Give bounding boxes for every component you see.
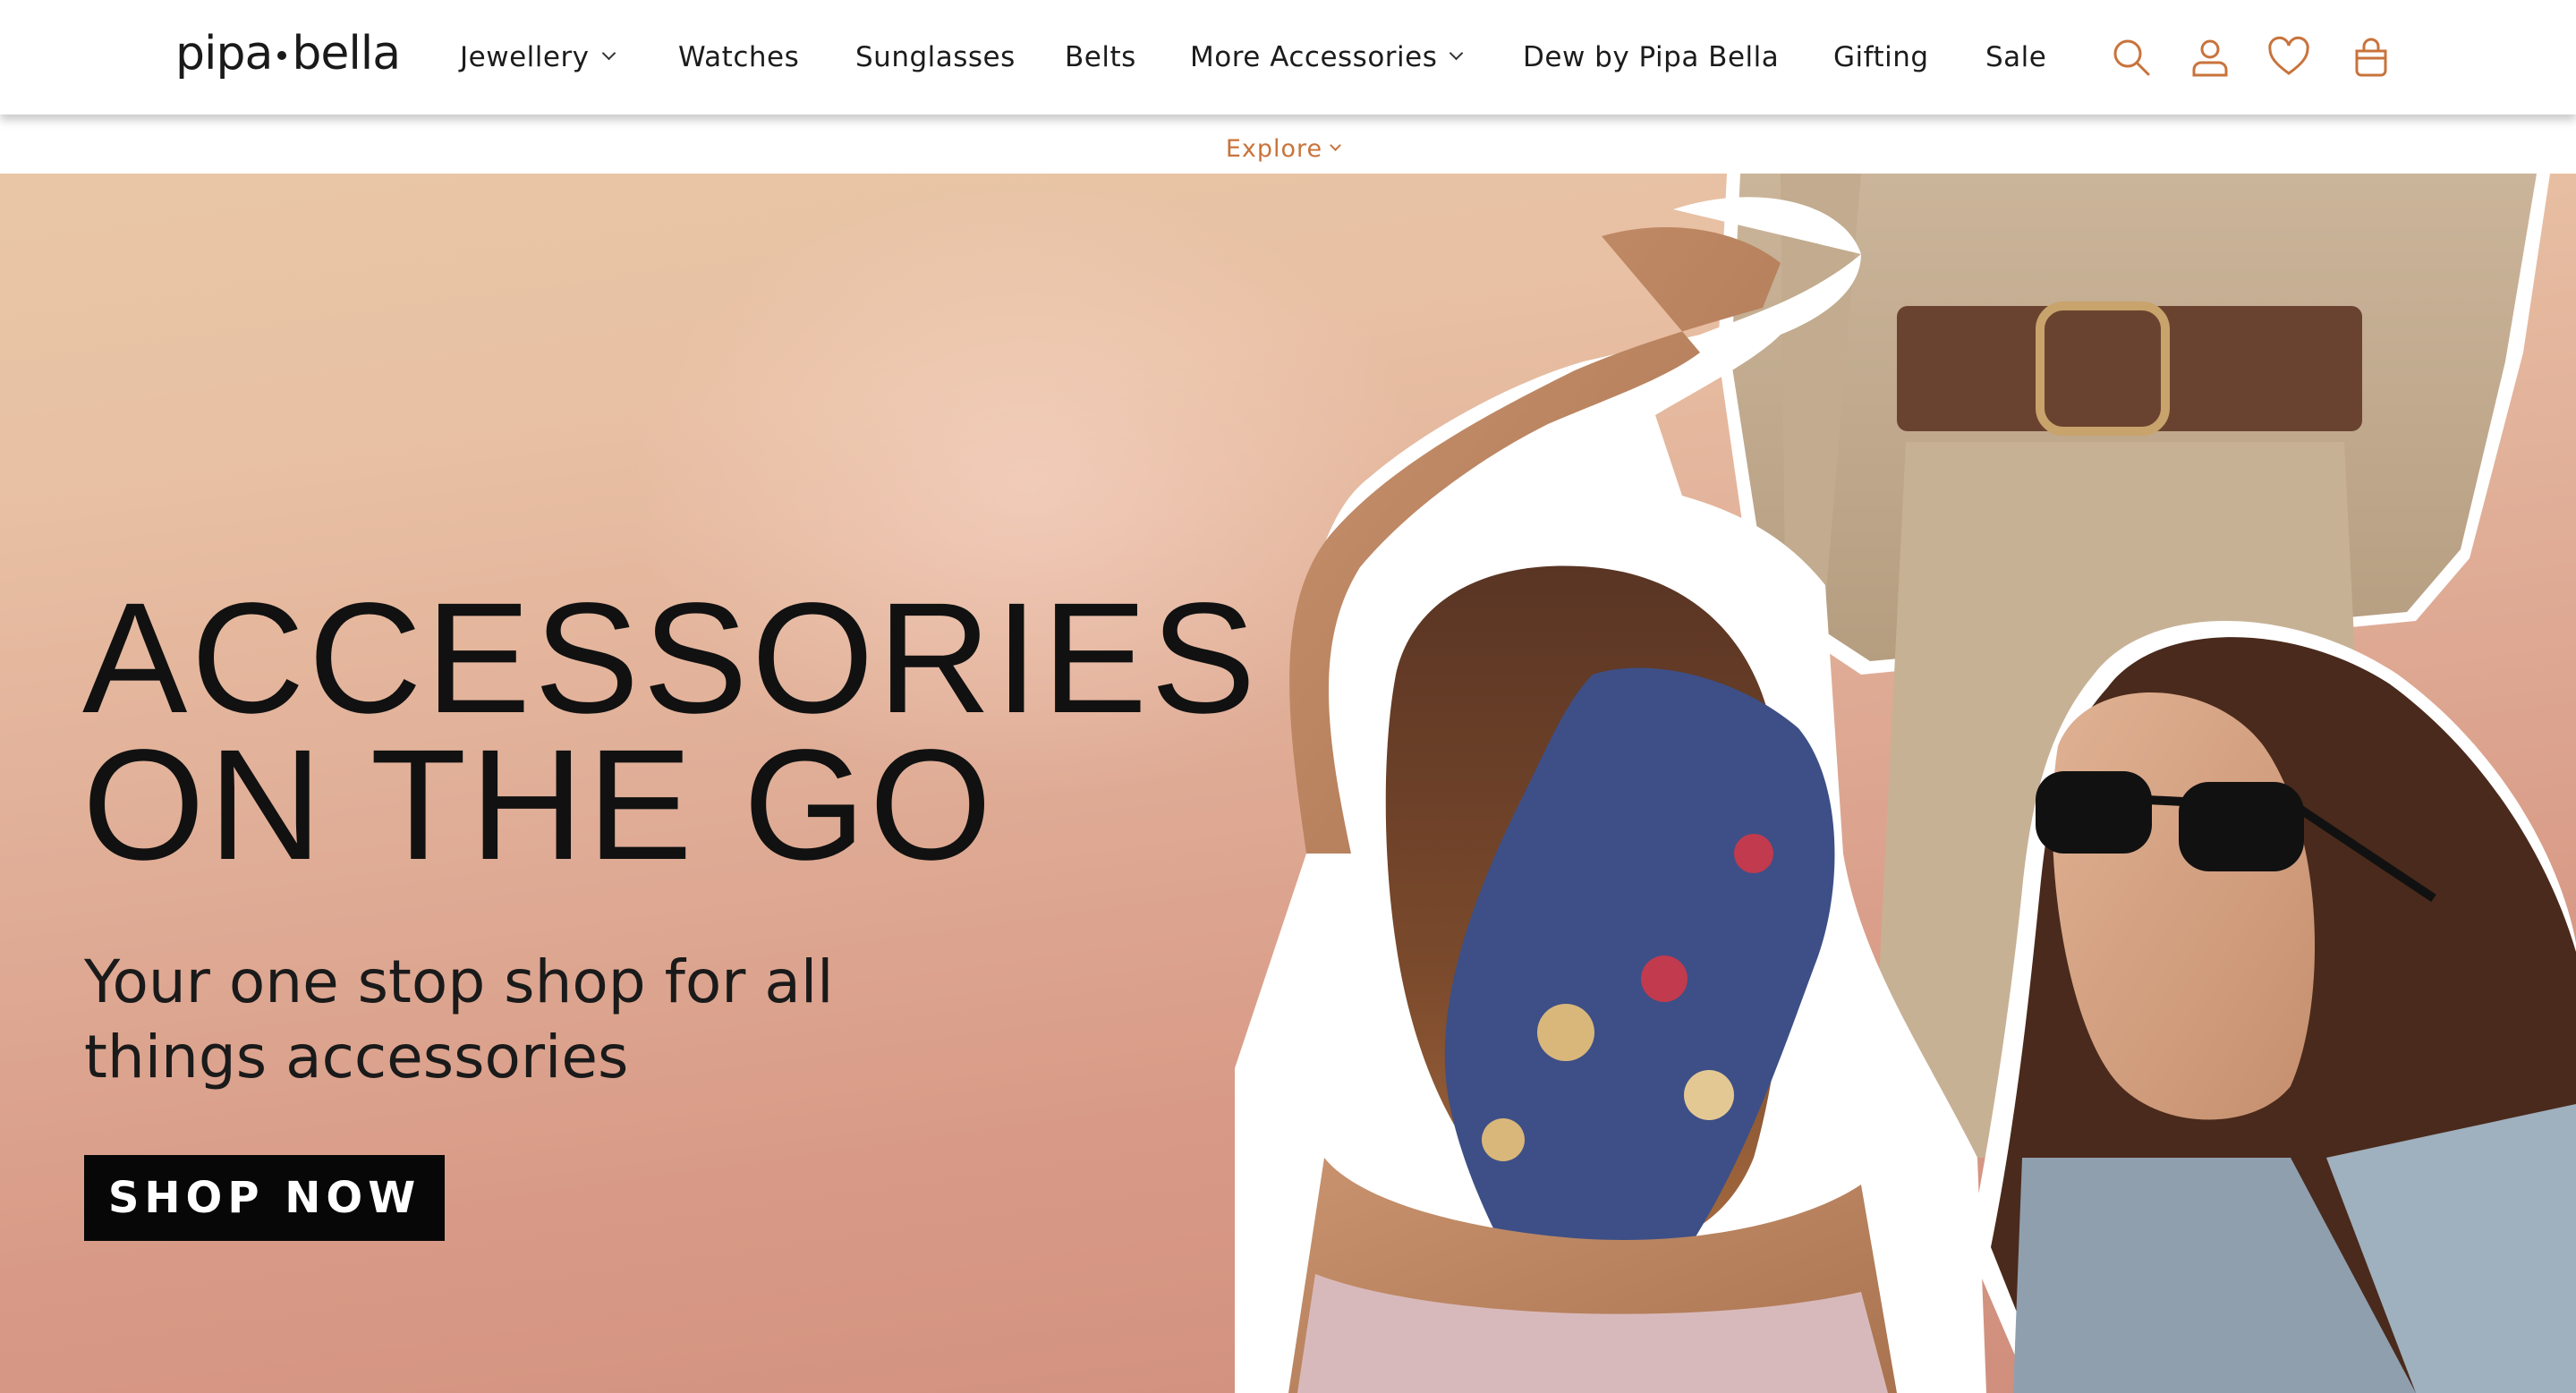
explore-dropdown[interactable]: Explore bbox=[1225, 134, 1342, 163]
hero-banner: ACCESSORIES ON THE GO Your one stop shop… bbox=[0, 174, 2576, 1393]
wishlist-button[interactable] bbox=[2264, 32, 2314, 82]
cart-bag-icon bbox=[2355, 38, 2387, 77]
explore-label: Explore bbox=[1225, 134, 1323, 163]
wishlist-heart-icon bbox=[2268, 36, 2309, 75]
account-icon bbox=[2192, 39, 2228, 77]
chevron-down-icon bbox=[1330, 139, 1342, 151]
woman-with-sunglasses-icon bbox=[1968, 621, 2576, 1393]
hero-subtitle: Your one stop shop for all things access… bbox=[84, 947, 834, 1091]
hero-title: ACCESSORIES ON THE GO bbox=[82, 571, 1260, 893]
search-button[interactable] bbox=[2106, 32, 2156, 82]
account-button[interactable] bbox=[2185, 32, 2235, 82]
shop-now-button[interactable]: SHOP NOW bbox=[84, 1155, 445, 1241]
header-icons bbox=[0, 32, 2576, 82]
explore-strip: Explore bbox=[0, 115, 2576, 174]
site-header: pipa bella Jewellery Watches Sunglasses … bbox=[0, 0, 2576, 115]
cart-button[interactable] bbox=[2346, 32, 2396, 82]
search-icon bbox=[2113, 39, 2150, 76]
